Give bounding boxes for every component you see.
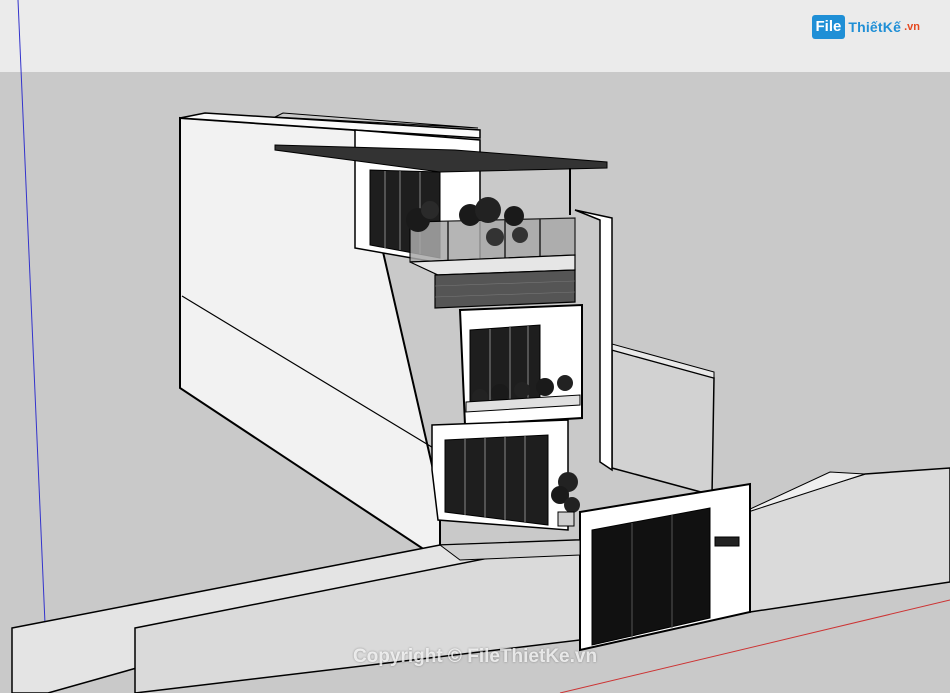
brick-band xyxy=(434,269,576,309)
sky-background xyxy=(0,0,950,72)
ground-floor-glass xyxy=(444,434,549,526)
house-number-plate xyxy=(714,536,740,547)
logo-name: ThiếtKế xyxy=(848,19,902,35)
logo-badge: File xyxy=(811,15,846,39)
filethietke-logo: File ThiếtKế .vn xyxy=(811,12,920,42)
copyright-watermark: Copyright © FileThietKe.vn xyxy=(352,646,598,667)
sketchup-viewport[interactable] xyxy=(0,0,950,693)
3d-model-scene[interactable] xyxy=(0,0,950,693)
logo-suffix: .vn xyxy=(904,21,920,33)
